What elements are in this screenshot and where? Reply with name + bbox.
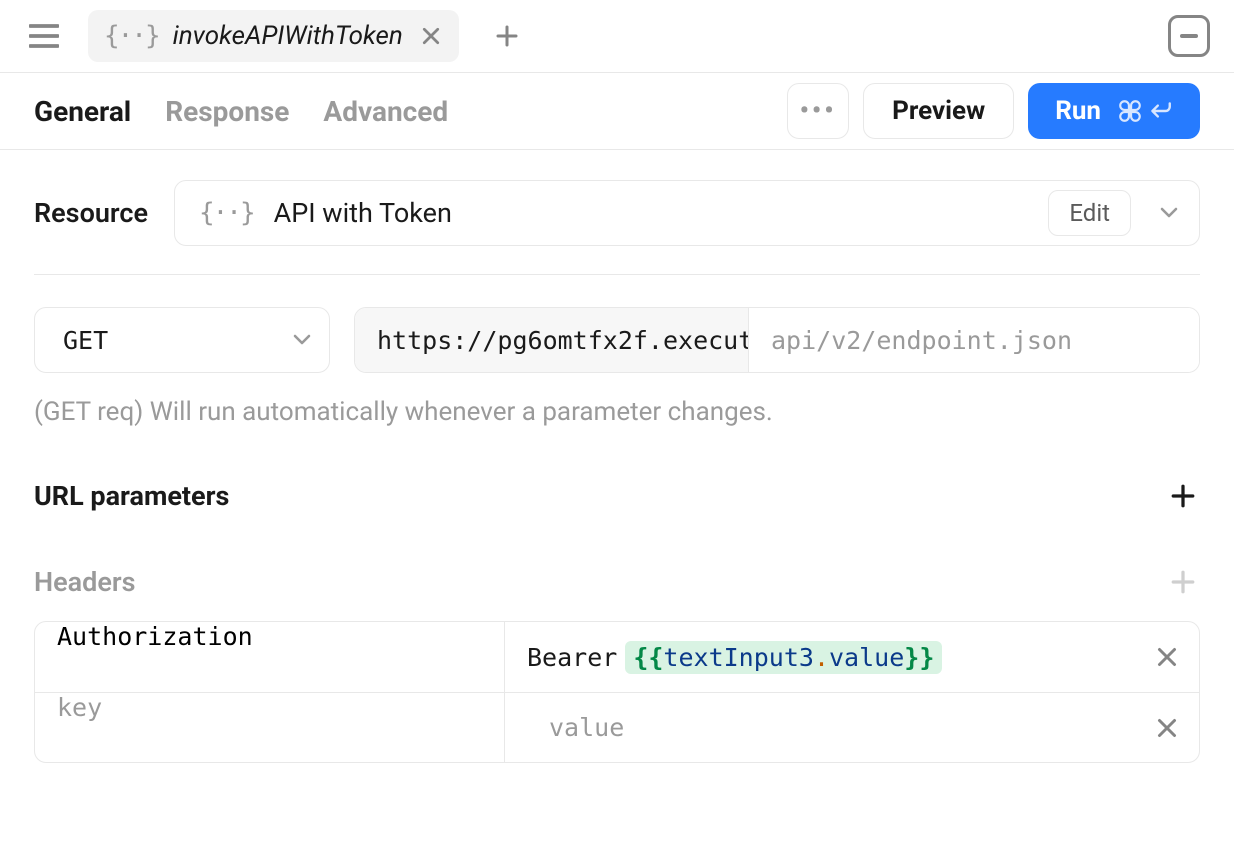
resource-select[interactable]: API with Token Edit <box>174 180 1200 246</box>
http-method-select[interactable]: GET <box>34 307 330 373</box>
edit-resource-button[interactable]: Edit <box>1048 190 1131 236</box>
close-icon[interactable] <box>417 22 445 50</box>
url-path-input[interactable] <box>749 308 1199 372</box>
headers-title: Headers <box>34 566 135 598</box>
run-shortcut <box>1117 98 1173 124</box>
panel-tabs: General Response Advanced <box>34 95 448 128</box>
braces-icon <box>199 200 254 226</box>
enter-icon <box>1147 98 1173 124</box>
query-form: Resource API with Token Edit GET https:/… <box>0 150 1234 763</box>
url-base: https://pg6omtfx2f.execute <box>355 308 749 372</box>
header-value-input[interactable] <box>527 713 1139 742</box>
resource-row: Resource API with Token Edit <box>34 180 1200 275</box>
resource-label: Resource <box>34 197 148 229</box>
run-button-label: Run <box>1055 96 1101 126</box>
tab-invokeapiwithtoken[interactable]: invokeAPIWithToken <box>88 10 459 62</box>
request-row: GET https://pg6omtfx2f.execute <box>34 307 1200 373</box>
headers-header: Headers <box>34 565 1200 599</box>
delete-row-button[interactable] <box>1149 710 1185 746</box>
headers-table: Bearer {{ textInput3.value }} <box>34 621 1200 763</box>
more-menu-button[interactable]: ••• <box>787 83 849 139</box>
tab-general[interactable]: General <box>34 95 131 128</box>
new-tab-button[interactable] <box>483 12 531 60</box>
tab-advanced[interactable]: Advanced <box>323 95 448 128</box>
url-box: https://pg6omtfx2f.execute <box>354 307 1200 373</box>
table-row: Bearer {{ textInput3.value }} <box>35 622 1199 692</box>
add-header-button[interactable] <box>1166 565 1200 599</box>
delete-row-button[interactable] <box>1149 639 1185 675</box>
preview-button[interactable]: Preview <box>863 83 1014 139</box>
url-params-title: URL parameters <box>34 480 229 512</box>
run-button[interactable]: Run <box>1028 83 1200 139</box>
resource-name: API with Token <box>274 197 1029 229</box>
header-value-cell[interactable]: Bearer {{ textInput3.value }} <box>505 622 1199 692</box>
header-key-cell[interactable] <box>35 693 505 762</box>
header-value-prefix: Bearer <box>527 643 617 672</box>
table-row <box>35 692 1199 762</box>
chevron-down-icon[interactable] <box>1151 207 1187 219</box>
tab-label: invokeAPIWithToken <box>173 21 403 51</box>
header-key-input[interactable] <box>35 693 504 722</box>
add-url-param-button[interactable] <box>1166 479 1200 513</box>
header-key-cell[interactable] <box>35 622 505 692</box>
header-value-cell[interactable] <box>505 693 1199 762</box>
braces-icon <box>104 23 159 49</box>
tab-strip: invokeAPIWithToken <box>0 0 1234 72</box>
http-method-value: GET <box>63 326 293 355</box>
toolbar: General Response Advanced ••• Preview Ru… <box>0 72 1234 150</box>
url-params-header: URL parameters <box>34 479 1200 513</box>
template-expression: {{ textInput3.value }} <box>625 641 942 674</box>
menu-icon[interactable] <box>24 16 64 56</box>
collapse-panel-button[interactable] <box>1168 15 1210 57</box>
command-icon <box>1117 98 1143 124</box>
request-hint: (GET req) Will run automatically wheneve… <box>34 397 1200 427</box>
tab-response[interactable]: Response <box>165 95 289 128</box>
header-value-input[interactable]: Bearer {{ textInput3.value }} <box>527 641 1139 674</box>
header-key-input[interactable] <box>35 622 504 651</box>
chevron-down-icon <box>293 334 311 346</box>
